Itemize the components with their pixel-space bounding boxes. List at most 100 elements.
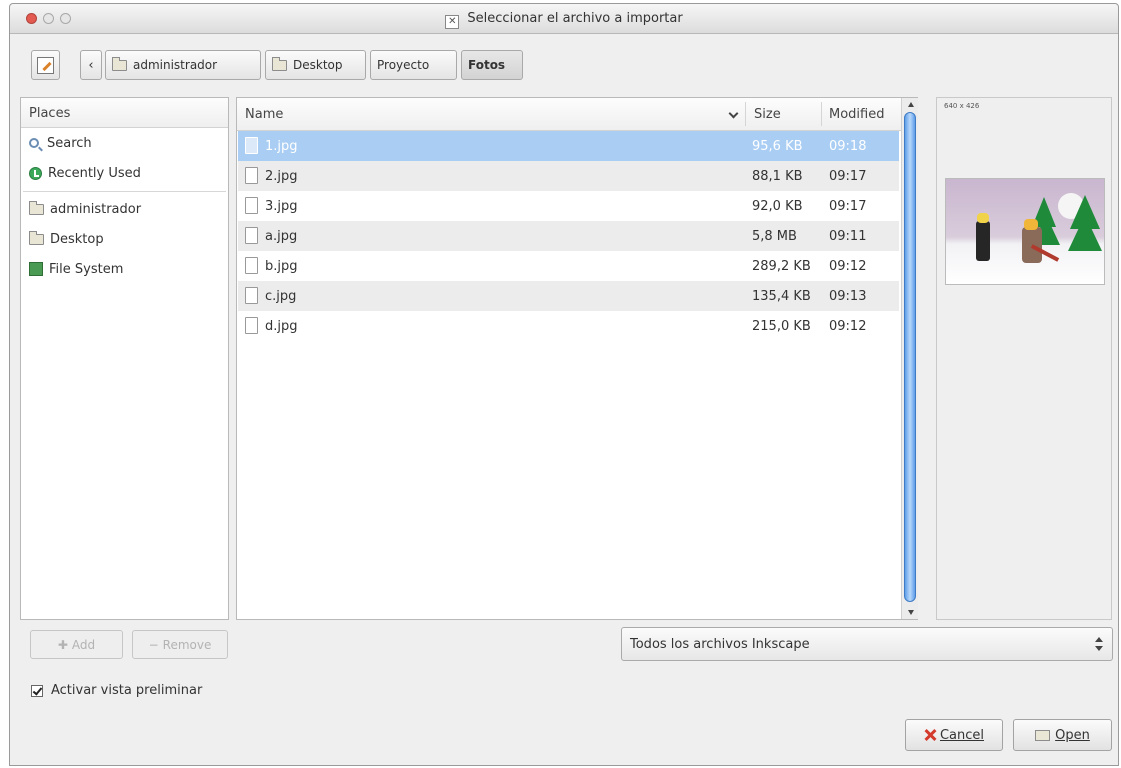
image-file-icon (245, 257, 258, 274)
image-file-icon (245, 167, 258, 184)
column-modified-header[interactable]: Modified (829, 107, 884, 122)
chevron-left-icon: ‹ (88, 57, 94, 73)
column-size-header[interactable]: Size (754, 107, 781, 122)
file-list-scrollbar[interactable] (901, 98, 918, 619)
remove-bookmark-button[interactable]: − Remove (132, 630, 228, 659)
sidebar-item-recently-used[interactable]: Recently Used (21, 158, 228, 188)
column-divider (821, 102, 822, 126)
edit-pencil-icon (37, 56, 54, 74)
file-size: 215,0 KB (752, 319, 811, 334)
cancel-label: Cancel (939, 727, 985, 743)
sidebar-item-label: File System (49, 261, 124, 277)
sidebar-item-label: Recently Used (48, 165, 141, 181)
file-row[interactable]: b.jpg 289,2 KB 09:12 (238, 251, 899, 281)
tree-shape (1068, 215, 1102, 251)
recent-icon (29, 166, 42, 180)
file-modified: 09:13 (829, 289, 867, 304)
crumb-label: Fotos (468, 58, 506, 72)
sidebar-item-label: administrador (50, 201, 142, 217)
preview-dimensions: 640 x 426 (944, 102, 980, 110)
file-row[interactable]: 3.jpg 92,0 KB 09:17 (238, 191, 899, 221)
sidebar-item-label: Search (47, 135, 92, 151)
cancel-x-icon (924, 729, 936, 741)
crumb-administrador[interactable]: administrador (105, 50, 261, 80)
sidebar-item-file-system[interactable]: File System (21, 254, 228, 284)
crumb-desktop[interactable]: Desktop (265, 50, 366, 80)
file-list-header: Name Size Modified (237, 98, 917, 131)
minus-icon: − (148, 637, 159, 652)
file-modified: 09:17 (829, 169, 867, 184)
preview-option[interactable]: Activar vista preliminar (31, 683, 202, 698)
file-name: d.jpg (265, 319, 298, 334)
places-header-label: Places (29, 106, 71, 121)
file-modified: 09:11 (829, 229, 867, 244)
folder-icon (272, 56, 287, 71)
scroll-down-arrow-icon[interactable] (908, 610, 914, 615)
folder-icon (29, 230, 44, 245)
file-row[interactable]: 2.jpg 88,1 KB 09:17 (238, 161, 899, 191)
crumb-label: Proyecto (377, 58, 430, 72)
file-modified: 09:12 (829, 319, 867, 334)
title-bar: ✕ Seleccionar el archivo a importar (10, 4, 1118, 34)
places-header[interactable]: Places (21, 98, 228, 128)
file-modified: 09:17 (829, 199, 867, 214)
open-label: Open (1055, 727, 1090, 743)
file-row[interactable]: c.jpg 135,4 KB 09:13 (238, 281, 899, 311)
places-pane: Places Search Recently Used administrado… (20, 97, 229, 620)
folder-icon (29, 200, 44, 215)
plus-icon: ✚ (57, 637, 68, 652)
crumb-fotos[interactable]: Fotos (461, 50, 523, 80)
file-size: 135,4 KB (752, 289, 811, 304)
folder-icon (112, 56, 127, 71)
figure-shape (976, 221, 990, 261)
file-list-pane: Name Size Modified 1.jpg 95,6 KB 09:18 2… (236, 97, 918, 620)
column-divider (745, 102, 746, 126)
file-name: 1.jpg (265, 139, 298, 154)
window-title-wrap: ✕ Seleccionar el archivo a importar (10, 11, 1118, 29)
sidebar-item-administrador[interactable]: administrador (21, 194, 228, 224)
file-row[interactable]: d.jpg 215,0 KB 09:12 (238, 311, 899, 341)
crumb-label: administrador (133, 58, 218, 72)
image-file-icon (245, 197, 258, 214)
preview-pane: 640 x 426 (936, 97, 1112, 620)
x11-app-icon: ✕ (445, 15, 460, 29)
image-file-icon (245, 287, 258, 304)
window-title: Seleccionar el archivo a importar (467, 11, 683, 26)
sort-descending-icon (728, 108, 739, 119)
crumb-proyecto[interactable]: Proyecto (370, 50, 457, 80)
file-size: 5,8 MB (752, 229, 797, 244)
places-separator (23, 188, 226, 192)
preview-thumbnail-image (945, 178, 1105, 285)
file-size: 88,1 KB (752, 169, 803, 184)
open-button[interactable]: Open (1013, 719, 1112, 751)
column-name-header[interactable]: Name (245, 107, 283, 122)
file-name: a.jpg (265, 229, 298, 244)
folder-open-icon (1035, 729, 1051, 741)
cancel-button[interactable]: Cancel (905, 719, 1003, 751)
filesystem-icon (29, 262, 43, 276)
file-name: 3.jpg (265, 199, 298, 214)
file-row-selected[interactable]: 1.jpg 95,6 KB 09:18 (238, 131, 899, 161)
file-name: c.jpg (265, 289, 297, 304)
sidebar-item-desktop[interactable]: Desktop (21, 224, 228, 254)
figure-shape (977, 213, 989, 223)
sidebar-item-search[interactable]: Search (21, 128, 228, 158)
scrollbar-thumb[interactable] (904, 112, 916, 602)
path-back-button[interactable]: ‹ (80, 50, 102, 80)
scroll-up-arrow-icon[interactable] (908, 102, 914, 107)
preview-checkbox[interactable] (31, 684, 43, 697)
search-icon (29, 138, 39, 148)
type-location-button[interactable] (31, 50, 60, 80)
image-file-icon (245, 137, 258, 154)
preview-checkbox-label: Activar vista preliminar (51, 683, 203, 698)
file-row[interactable]: a.jpg 5,8 MB 09:11 (238, 221, 899, 251)
add-label: Add (71, 637, 96, 652)
remove-label: Remove (162, 637, 212, 652)
filter-selected-value: Todos los archivos Inkscape (630, 637, 810, 652)
file-name: 2.jpg (265, 169, 298, 184)
sidebar-item-label: Desktop (50, 231, 104, 247)
add-bookmark-button[interactable]: ✚ Add (30, 630, 123, 659)
file-type-filter-select[interactable]: Todos los archivos Inkscape (621, 627, 1113, 661)
image-file-icon (245, 227, 258, 244)
file-size: 92,0 KB (752, 199, 803, 214)
